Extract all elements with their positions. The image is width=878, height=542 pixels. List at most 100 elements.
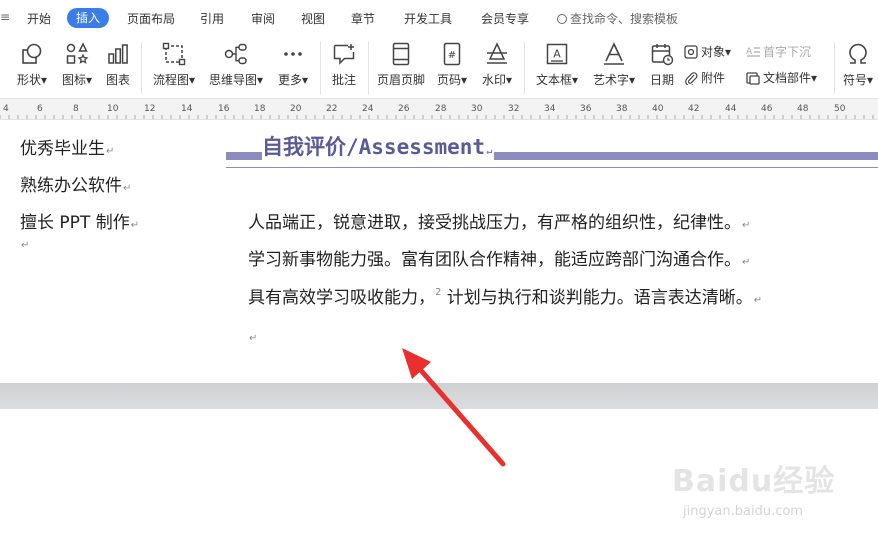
svg-text:#: # bbox=[448, 50, 456, 61]
tab-references[interactable]: 引用 bbox=[200, 10, 224, 27]
ribbon-insert: 形状▾ 图标▾ 图表 流程图▾ 思维导图▾ 更多▾ 批注 页眉页脚 # 页码▾ bbox=[0, 36, 878, 98]
watermark-icon bbox=[487, 42, 507, 64]
command-search[interactable]: 查找命令、搜索模板 bbox=[557, 10, 678, 27]
paragraph-line: 学习新事物能力强。富有团队合作精神，能适应跨部门沟通合作。↵ bbox=[248, 250, 751, 270]
baidu-logo: Baidu经验 bbox=[672, 464, 836, 499]
symbol-label: 符号▾ bbox=[842, 73, 874, 87]
ruler-number: 18 bbox=[254, 104, 266, 114]
mindmap-button[interactable]: 思维导图▾ bbox=[204, 36, 268, 98]
empty-paragraph: ↵ bbox=[249, 333, 258, 344]
tab-member[interactable]: 会员专享 bbox=[481, 10, 529, 27]
header-footer-label: 页眉页脚 bbox=[376, 73, 425, 87]
icons-button[interactable]: 图标▾ bbox=[58, 36, 96, 98]
ruler-number: 20 bbox=[290, 104, 302, 114]
calendar-icon bbox=[651, 44, 674, 66]
date-label: 日期 bbox=[649, 73, 674, 87]
tab-insert[interactable]: 插入 bbox=[67, 8, 110, 28]
skill-item: 熟练办公软件↵ bbox=[20, 176, 132, 196]
chart-icon bbox=[108, 44, 128, 64]
ruler-number: 12 bbox=[144, 104, 156, 114]
search-icon bbox=[557, 14, 567, 24]
paperclip-icon bbox=[685, 72, 698, 87]
footnote-reference[interactable]: 2 bbox=[435, 287, 441, 298]
page-number-icon: # bbox=[443, 42, 461, 66]
ruler-number: 50 bbox=[834, 104, 846, 114]
paragraph-line: 人品端正，锐意进取，接受挑战压力，有严格的组织性，纪律性。↵ bbox=[248, 213, 751, 233]
menu-bar: ≡ 开始 插入 页面布局 引用 审阅 视图 章节 开发工具 会员专享 查找命令、… bbox=[0, 0, 878, 36]
header-footer-button[interactable]: 页眉页脚 bbox=[374, 36, 428, 98]
flowchart-label: 流程图▾ bbox=[152, 73, 196, 87]
ribbon-divider bbox=[141, 42, 142, 94]
more-icon bbox=[284, 52, 302, 56]
flowchart-button[interactable]: 流程图▾ bbox=[147, 36, 201, 98]
ruler-number: 16 bbox=[218, 104, 230, 114]
paragraph-mark: ↵ bbox=[21, 240, 30, 251]
ruler-number: 42 bbox=[688, 104, 700, 114]
ruler-number: 48 bbox=[797, 104, 809, 114]
ribbon-divider bbox=[834, 42, 835, 94]
skill-item: 擅长 PPT 制作↵ bbox=[20, 213, 140, 233]
tab-start[interactable]: 开始 bbox=[27, 10, 51, 27]
dropcap-button[interactable]: A 首字下沉 bbox=[746, 42, 811, 62]
page-number-label: 页码▾ bbox=[436, 73, 468, 87]
menu-toggle-icon[interactable]: ≡ bbox=[0, 10, 10, 24]
ruler-number: 4 bbox=[3, 104, 9, 114]
ribbon-divider bbox=[368, 42, 369, 94]
chart-button[interactable]: 图表 bbox=[100, 36, 136, 98]
document-page[interactable]: 优秀毕业生↵ 熟练办公软件↵ 擅长 PPT 制作↵ ↵ 自我评价/Assessm… bbox=[0, 121, 878, 383]
tab-view[interactable]: 视图 bbox=[301, 10, 325, 27]
flowchart-icon bbox=[162, 42, 186, 66]
ruler-number: 14 bbox=[181, 104, 193, 114]
header-footer-icon bbox=[392, 42, 410, 66]
tab-chapter[interactable]: 章节 bbox=[351, 10, 375, 27]
object-icon bbox=[684, 45, 698, 59]
ruler-number: 44 bbox=[725, 104, 737, 114]
more-label: 更多▾ bbox=[277, 73, 309, 87]
mindmap-label: 思维导图▾ bbox=[208, 73, 264, 87]
watermark-url: jingyan.baidu.com bbox=[683, 504, 803, 519]
ribbon-divider bbox=[524, 42, 525, 94]
date-button[interactable]: 日期 bbox=[645, 36, 679, 98]
shapes-icon bbox=[22, 43, 42, 64]
watermark-button[interactable]: 水印▾ bbox=[476, 36, 518, 98]
ruler-number: 10 bbox=[107, 104, 119, 114]
svg-text:A: A bbox=[553, 48, 561, 61]
more-button[interactable]: 更多▾ bbox=[272, 36, 314, 98]
skill-item: 优秀毕业生↵ bbox=[20, 139, 115, 159]
doc-parts-button[interactable]: 文档部件▾ bbox=[746, 68, 817, 88]
page-number-button[interactable]: # 页码▾ bbox=[432, 36, 472, 98]
ruler-number: 24 bbox=[362, 104, 374, 114]
tab-page-layout[interactable]: 页面布局 bbox=[127, 10, 175, 27]
ruler-number: 46 bbox=[761, 104, 773, 114]
symbol-button[interactable]: 符号▾ bbox=[838, 36, 878, 98]
ruler-number: 28 bbox=[435, 104, 447, 114]
wordart-button[interactable]: 艺术字▾ bbox=[588, 36, 640, 98]
textbox-button[interactable]: A 文本框▾ bbox=[531, 36, 583, 98]
horizontal-ruler[interactable]: 4 6 8 10 12 14 16 18 20 22 24 26 28 30 3… bbox=[0, 98, 878, 120]
page-gap bbox=[0, 383, 878, 409]
heading-underline-rule bbox=[226, 167, 878, 168]
ruler-number: 8 bbox=[73, 104, 79, 114]
dropcap-icon: A bbox=[746, 47, 760, 57]
shapes-label: 形状▾ bbox=[16, 73, 48, 87]
ruler-number: 6 bbox=[37, 104, 43, 114]
ribbon-divider bbox=[320, 42, 321, 94]
textbox-icon: A bbox=[546, 43, 568, 65]
wordart-icon bbox=[604, 42, 624, 65]
doc-parts-icon bbox=[746, 72, 760, 85]
comment-label: 批注 bbox=[331, 73, 356, 87]
comment-button[interactable]: 批注 bbox=[326, 36, 362, 98]
attachment-button[interactable]: 附件 bbox=[684, 68, 725, 88]
comment-icon bbox=[333, 44, 355, 65]
tab-review[interactable]: 审阅 bbox=[251, 10, 275, 27]
icons-label: 图标▾ bbox=[61, 73, 93, 87]
ruler-number: 26 bbox=[398, 104, 410, 114]
textbox-label: 文本框▾ bbox=[535, 73, 579, 87]
section-heading: 自我评价/Assessment↵ bbox=[262, 131, 495, 161]
watermark-label: 水印▾ bbox=[481, 73, 513, 87]
tab-developer[interactable]: 开发工具 bbox=[404, 10, 452, 27]
ruler-number: 34 bbox=[544, 104, 556, 114]
shapes-button[interactable]: 形状▾ bbox=[10, 36, 54, 98]
ruler-number: 22 bbox=[326, 104, 338, 114]
object-button[interactable]: 对象▾ bbox=[684, 42, 731, 62]
